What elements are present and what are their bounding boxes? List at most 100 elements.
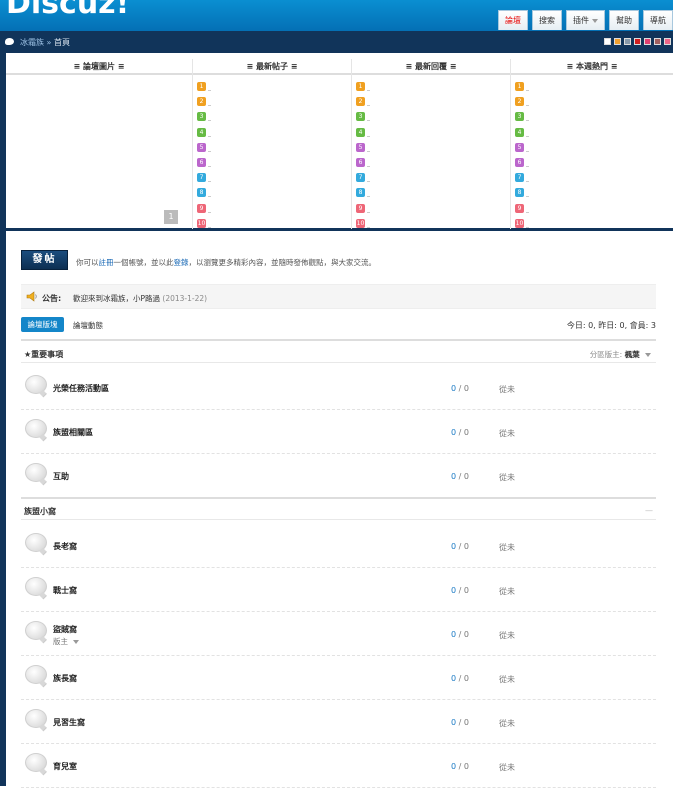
moderator-link[interactable]: 楓葉 — [625, 350, 640, 359]
rank-placeholder — [208, 150, 211, 152]
forum-moderator[interactable]: 版主 — [53, 636, 80, 647]
theme-swatch[interactable] — [604, 38, 611, 45]
list-item: 6 — [197, 155, 351, 170]
list-item: 2 — [356, 94, 510, 109]
home-icon[interactable] — [5, 38, 14, 45]
post-count: 0 — [463, 674, 469, 683]
nav-plugins-label: 插件 — [573, 16, 589, 25]
rank-placeholder — [208, 181, 211, 183]
breadcrumb-site[interactable]: 冰霜族 — [20, 38, 44, 47]
rank-placeholder — [208, 196, 211, 198]
forum-last-post: 從未 — [499, 587, 515, 596]
forum-status-icon — [25, 709, 47, 728]
theme-color-picker — [601, 38, 671, 45]
forum-name-link[interactable]: 光榮任務活動區 — [53, 383, 109, 394]
nav-search[interactable]: 搜索 — [532, 10, 562, 30]
theme-swatch[interactable] — [614, 38, 621, 45]
login-link[interactable]: 登錄 — [174, 258, 189, 267]
list-item: 6 — [356, 155, 510, 170]
nav-plugins[interactable]: 插件 — [566, 10, 605, 30]
nav-guide-label: 導航 — [650, 16, 666, 25]
forum-moderator-label: 版主 — [53, 637, 68, 646]
rank-badge: 10 — [515, 218, 524, 228]
forum-status-icon — [25, 463, 47, 482]
forum-status-icon — [25, 665, 47, 684]
theme-swatch[interactable] — [654, 38, 661, 45]
new-post-button[interactable]: 發帖 — [21, 250, 68, 270]
portal-col-title: ≡ 本週熱門 ≡ — [511, 59, 673, 75]
table-row: 戰士窩 0 / 0 從未 — [21, 568, 656, 612]
tab-forum-sections[interactable]: 論壇版塊 — [21, 317, 64, 332]
theme-swatch[interactable] — [624, 38, 631, 45]
forum-last-post: 從未 — [499, 719, 515, 728]
tab-forum-activity[interactable]: 論壇動態 — [73, 320, 103, 331]
list-item: 4 — [515, 125, 673, 140]
rank-badge: 2 — [197, 97, 206, 107]
theme-swatch[interactable] — [664, 38, 671, 45]
nav-forum[interactable]: 論壇 — [498, 10, 528, 30]
main-nav: 論壇 搜索 插件 幫助 導航 — [494, 10, 673, 31]
rank-badge: 7 — [515, 173, 524, 183]
list-item: 5 — [197, 140, 351, 155]
forum-status-icon — [25, 753, 47, 772]
rank-badge: 3 — [197, 112, 206, 122]
list-item: 1 — [356, 79, 510, 94]
slide-page-button[interactable]: 1 — [164, 210, 178, 224]
rank-badge: 10 — [356, 218, 365, 228]
theme-swatch[interactable] — [644, 38, 651, 45]
divider — [21, 497, 656, 499]
forum-name-link[interactable]: 族長窩 — [53, 673, 77, 684]
rank-placeholder — [367, 211, 370, 213]
portal-col-weekly-hot: ≡ 本週熱門 ≡ 1 2 3 4 5 6 7 8 9 10 — [511, 59, 673, 229]
rank-placeholder — [208, 120, 211, 122]
breadcrumb-separator: » — [44, 38, 54, 47]
portal-col-latest-posts: ≡ 最新帖子 ≡ 1 2 3 4 5 6 7 8 9 10 — [193, 59, 352, 229]
forum-status-icon — [25, 577, 47, 596]
forum-counts: 0 / 0 — [451, 472, 469, 481]
group-title[interactable]: ★重要事項 — [24, 349, 63, 360]
theme-swatch[interactable] — [634, 38, 641, 45]
rank-placeholder — [367, 196, 370, 198]
post-count: 0 — [463, 718, 469, 727]
rank-placeholder — [526, 150, 529, 152]
thread-count: 0 — [451, 718, 457, 727]
post-count: 0 — [463, 586, 469, 595]
forum-name-link[interactable]: 戰士窩 — [53, 585, 77, 596]
rank-badge: 8 — [356, 188, 365, 198]
portal-col-title: ≡ 論壇圖片 ≡ — [6, 59, 192, 75]
moderator-label: 分區版主: — [589, 350, 623, 359]
forum-name-link[interactable]: 見習生窩 — [53, 717, 85, 728]
register-link[interactable]: 註冊 — [99, 258, 114, 267]
rank-badge: 1 — [356, 82, 365, 91]
rank-placeholder — [526, 120, 529, 122]
forum-last-post: 從未 — [499, 631, 515, 640]
forum-name-link[interactable]: 長老窩 — [53, 541, 77, 552]
speaker-icon — [26, 291, 37, 302]
portal-col-title: ≡ 最新帖子 ≡ — [193, 59, 351, 75]
announcement-content[interactable]: 歡迎來到冰霜族，小P路過 (2013-1-22) — [73, 293, 207, 304]
forum-last-post: 從未 — [499, 429, 515, 438]
rank-badge: 6 — [356, 157, 365, 167]
site-header: Discuz! 論壇 搜索 插件 幫助 導航 — [0, 0, 673, 31]
forum-name-link[interactable]: 互助 — [53, 471, 69, 482]
nav-guide[interactable]: 導航 — [643, 10, 673, 30]
rank-placeholder — [526, 165, 529, 167]
list-item: 10 — [197, 216, 351, 231]
forum-name-link[interactable]: 族盟相關區 — [53, 427, 93, 438]
forum-name-link[interactable]: 育兒室 — [53, 761, 77, 772]
forum-name-link[interactable]: 盜賊窩 — [53, 624, 77, 635]
group-title[interactable]: 族盟小窩 — [24, 506, 56, 517]
nav-help[interactable]: 幫助 — [609, 10, 639, 30]
list-item: 10 — [515, 216, 673, 231]
rank-badge: 8 — [197, 188, 206, 198]
table-row: 族盟相關區 0 / 0 從未 — [21, 410, 656, 454]
list-item: 2 — [197, 94, 351, 109]
table-row: 育兒室 0 / 0 從未 — [21, 744, 656, 788]
breadcrumb: 冰霜族 » 首頁 — [20, 37, 70, 48]
collapse-icon[interactable]: — — [645, 506, 653, 515]
site-logo[interactable]: Discuz! — [6, 0, 129, 21]
rank-placeholder — [367, 120, 370, 122]
rank-placeholder — [208, 165, 211, 167]
rank-badge: 2 — [515, 97, 524, 107]
nav-help-label: 幫助 — [616, 16, 632, 25]
